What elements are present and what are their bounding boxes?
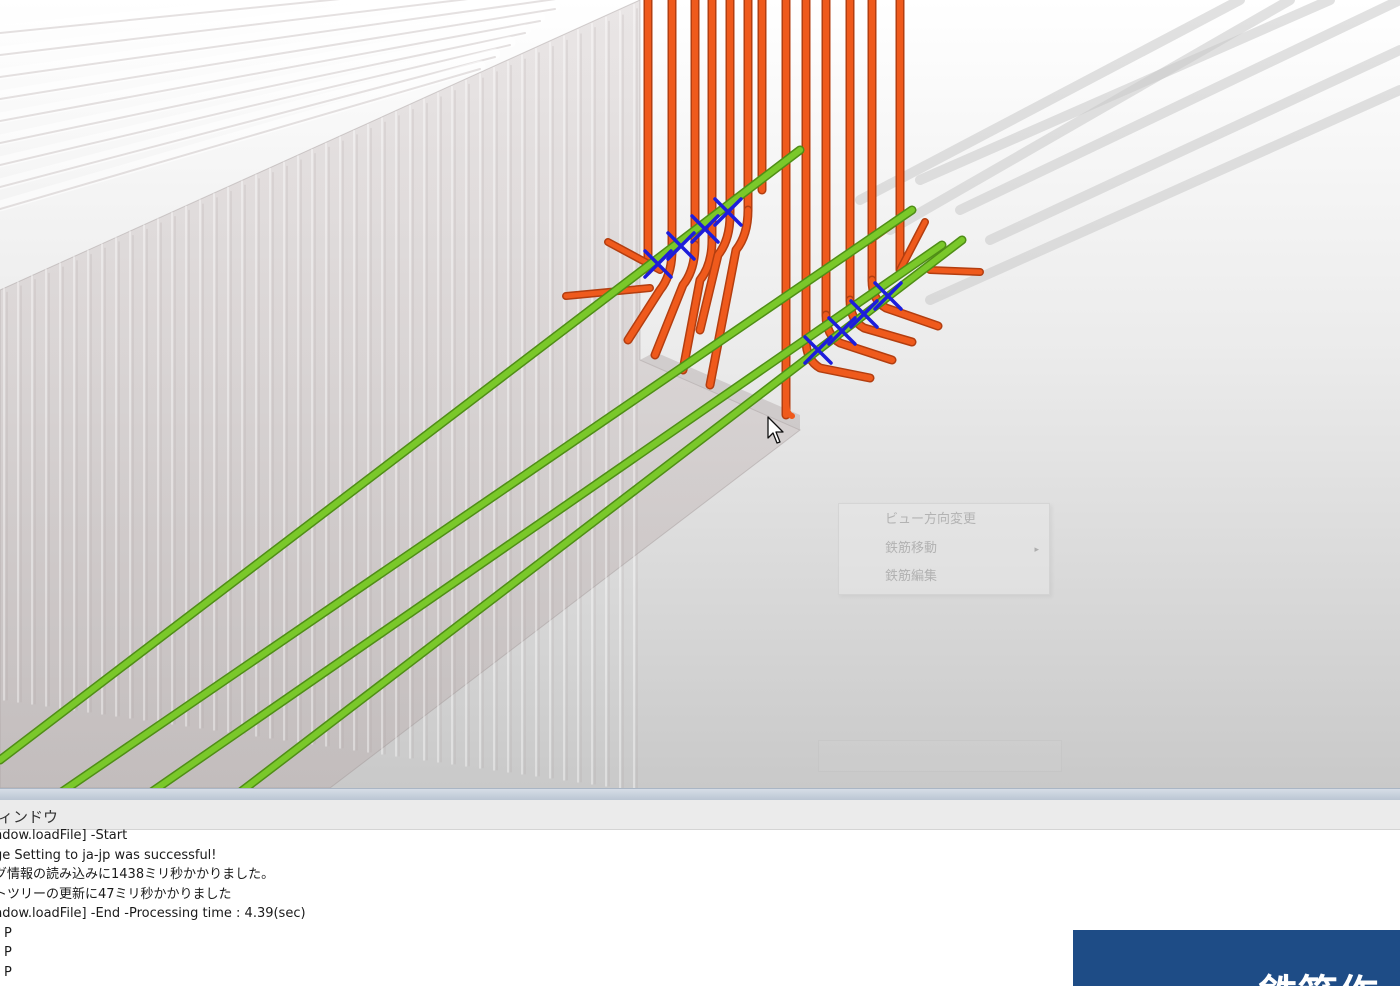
log-line: P: [4, 964, 12, 980]
context-menu[interactable]: ビュー方向変更 鉄筋移動 ▸ 鉄筋編集: [838, 503, 1050, 595]
column-hook: [783, 397, 795, 419]
menu-item-edit-rebar[interactable]: 鉄筋編集: [885, 566, 937, 588]
menu-item-move-rebar[interactable]: 鉄筋移動: [885, 538, 937, 560]
log-line: グ情報の読み込みに1438ミリ秒かかりました。: [0, 867, 275, 882]
output-panel-title: ィンドウ: [0, 808, 59, 826]
3d-viewport[interactable]: ビュー方向変更 鉄筋移動 ▸ 鉄筋編集: [0, 0, 1400, 788]
title-banner: 鉄筋作: [1073, 930, 1400, 986]
log-line: トツリーの更新に47ミリ秒かかりました: [0, 886, 232, 902]
submenu-arrow-icon: ▸: [1034, 544, 1039, 554]
log-line: ndow.loadFile] -Start: [0, 828, 128, 843]
log-list: ndow.loadFile] -Start ge Setting to ja-j…: [0, 826, 306, 982]
log-line: ndow.loadFile] -End -Processing time : 4…: [0, 906, 306, 921]
ghost-bar: [985, 45, 1400, 245]
mouse-pointer-icon: [767, 416, 784, 444]
menu-item-view-direction[interactable]: ビュー方向変更: [885, 509, 976, 531]
ghost-toolbar: [818, 740, 1062, 772]
tie-stub: [927, 267, 983, 275]
log-line: P: [4, 925, 12, 941]
rebar-scene[interactable]: [0, 0, 1400, 788]
log-line: ge Setting to ja-jp was successful!: [0, 847, 217, 863]
log-line: P: [4, 945, 12, 960]
banner-title: 鉄筋作: [1258, 962, 1378, 986]
